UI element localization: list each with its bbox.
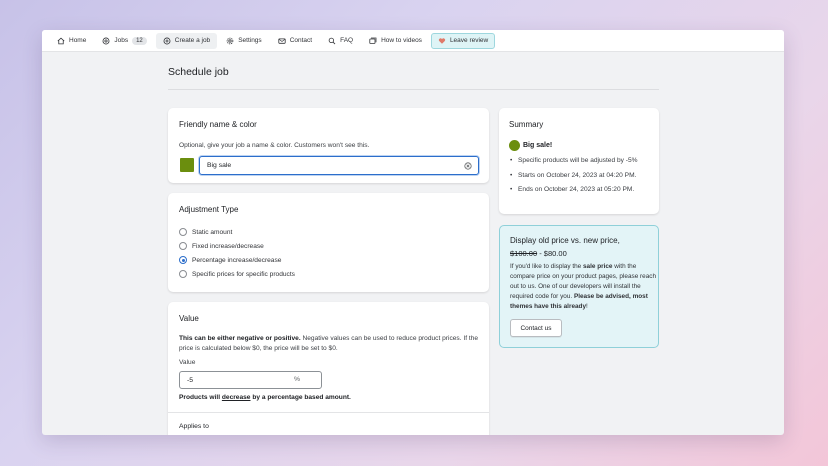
value-input-suffix: % — [293, 376, 300, 383]
nav-leave-review[interactable]: Leave review — [430, 32, 496, 49]
adjustment-type-card: Adjustment Type Static amount Fixed incr… — [168, 193, 489, 292]
promo-text-3: ! — [586, 303, 588, 310]
nav-contact[interactable]: Contact — [271, 33, 319, 49]
friendly-name-title: Friendly name & color — [179, 120, 257, 129]
price-display-promo-card: Display old price vs. new price, $100.00… — [499, 225, 659, 348]
promo-price-separator: - — [537, 249, 544, 258]
nav-home-label: Home — [69, 37, 87, 44]
value-note-link[interactable]: decrease — [222, 394, 251, 401]
adjustment-options: Static amount Fixed increase/decrease Pe… — [179, 225, 295, 281]
home-icon — [57, 37, 65, 44]
nav-faq[interactable]: FAQ — [321, 33, 360, 49]
main-content: Schedule job Friendly name & color Optio… — [42, 52, 784, 435]
value-title: Value — [179, 314, 199, 323]
app-window: Home Jobs 12 Create a job Settings Conta… — [42, 30, 784, 435]
value-note: Products will decrease by a percentage b… — [179, 394, 351, 401]
promo-title: Display old price vs. new price, — [510, 236, 620, 245]
promo-text-bold-1: sale price — [582, 263, 613, 270]
nav-create-job-label: Create a job — [174, 37, 211, 44]
nav-create-job[interactable]: Create a job — [155, 32, 218, 49]
top-nav: Home Jobs 12 Create a job Settings Conta… — [42, 30, 784, 52]
promo-prices: $100.00 - $80.00 — [510, 249, 567, 258]
option-specific-prices[interactable]: Specific prices for specific products — [179, 267, 295, 281]
contact-us-button[interactable]: Contact us — [510, 319, 562, 337]
option-percentage-increase-decrease[interactable]: Percentage increase/decrease — [179, 253, 295, 267]
radio-fixed-increase-decrease[interactable] — [179, 242, 187, 250]
promo-new-price: $80.00 — [543, 249, 567, 258]
applies-to-title: Applies to — [179, 423, 209, 430]
nav-settings-label: Settings — [238, 37, 262, 44]
nav-settings[interactable]: Settings — [219, 33, 269, 49]
summary-item: Starts on October 24, 2023 at 04:20 PM. — [509, 171, 649, 181]
value-input-value: -5 — [187, 376, 194, 384]
value-description-bold: This can be either negative or positive. — [179, 335, 301, 342]
search-icon — [328, 37, 336, 44]
jobs-icon — [102, 37, 110, 44]
clear-icon[interactable] — [464, 161, 472, 170]
value-description: This can be either negative or positive.… — [179, 334, 479, 354]
jobs-count-badge: 12 — [132, 36, 147, 45]
summary-color-dot — [509, 140, 520, 151]
nav-home[interactable]: Home — [50, 33, 93, 49]
nav-how-to-videos-label: How to videos — [381, 37, 422, 44]
option-label: Specific prices for specific products — [192, 270, 295, 278]
promo-text: If you'd like to display the sale price … — [510, 262, 657, 312]
summary-list: Specific products will be adjusted by -5… — [509, 156, 649, 200]
summary-item: Specific products will be adjusted by -5… — [509, 156, 649, 166]
nav-faq-label: FAQ — [340, 37, 354, 44]
friendly-name-card: Friendly name & color Optional, give you… — [168, 108, 489, 183]
option-label: Fixed increase/decrease — [192, 242, 264, 250]
title-divider — [168, 89, 659, 90]
job-name-value: Big sale — [207, 162, 232, 169]
radio-percentage-increase-decrease[interactable] — [179, 256, 187, 264]
friendly-name-help: Optional, give your job a name & color. … — [179, 142, 370, 149]
adjustment-type-title: Adjustment Type — [179, 205, 239, 214]
nav-jobs[interactable]: Jobs 12 — [95, 33, 153, 49]
plus-circle-icon — [163, 37, 171, 44]
summary-title: Summary — [509, 120, 544, 129]
video-library-icon — [369, 37, 377, 44]
option-label: Percentage increase/decrease — [192, 256, 282, 264]
summary-item: Ends on October 24, 2023 at 05:20 PM. — [509, 185, 649, 195]
nav-how-to-videos[interactable]: How to videos — [362, 33, 429, 49]
value-field-label: Value — [179, 359, 196, 366]
summary-job: Big sale! — [509, 140, 552, 151]
nav-contact-label: Contact — [289, 37, 313, 44]
option-label: Static amount — [192, 228, 233, 236]
radio-specific-prices[interactable] — [179, 270, 187, 278]
mail-icon — [278, 37, 286, 44]
summary-card: Summary Big sale! Specific products will… — [499, 108, 659, 214]
page-title: Schedule job — [168, 66, 229, 78]
value-note-end: by a percentage based amount. — [250, 394, 351, 401]
value-input[interactable]: -5 % — [179, 371, 322, 389]
job-name-input[interactable]: Big sale — [199, 156, 479, 175]
value-note-start: Products will — [179, 394, 222, 401]
promo-text-1: If you'd like to display the — [510, 263, 583, 270]
value-card: Value This can be either negative or pos… — [168, 302, 489, 435]
nav-jobs-label: Jobs — [114, 37, 129, 44]
radio-static-amount[interactable] — [179, 228, 187, 236]
promo-old-price: $100.00 — [510, 249, 538, 258]
summary-job-name: Big sale! — [523, 142, 553, 149]
nav-leave-review-label: Leave review — [449, 37, 489, 44]
heart-icon — [438, 37, 446, 44]
option-static-amount[interactable]: Static amount — [179, 225, 295, 239]
value-card-divider — [168, 412, 489, 413]
gear-icon — [226, 37, 234, 44]
color-swatch[interactable] — [180, 158, 194, 172]
option-fixed-increase-decrease[interactable]: Fixed increase/decrease — [179, 239, 295, 253]
